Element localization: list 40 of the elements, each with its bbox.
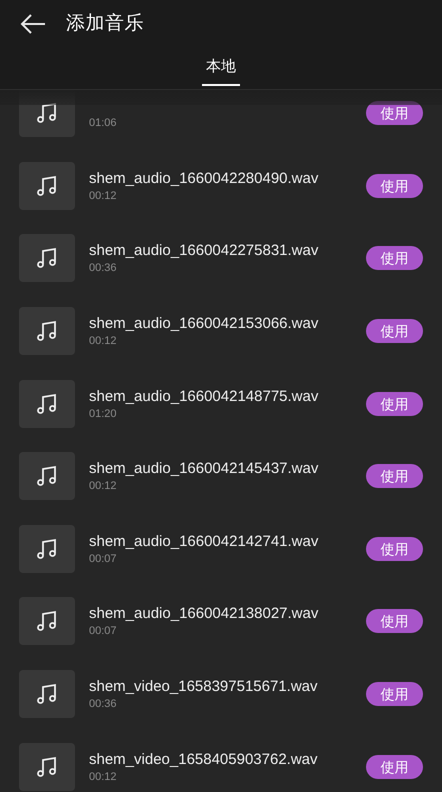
file-name: shem_audio_1660042275831.wav [89, 241, 320, 262]
duration: 01:06 [89, 116, 118, 130]
use-button[interactable]: 使用 [366, 392, 423, 416]
duration: 00:12 [89, 334, 118, 348]
file-name: shem_video_1658405903762.wav [89, 750, 319, 770]
file-name: shem_audio_1660042145437.wav [89, 459, 320, 480]
file-name: shem_audio_1660042138027.wav [89, 604, 320, 624]
file-name: shem_audio_1660042153066.wav [89, 314, 320, 334]
music-note-icon [19, 234, 75, 282]
use-button[interactable]: 使用 [366, 464, 423, 488]
music-note-icon [19, 307, 75, 356]
music-note-icon [19, 452, 75, 500]
tab[interactable]: 本地 [202, 48, 240, 86]
use-button[interactable]: 使用 [366, 174, 423, 198]
duration: 00:07 [89, 552, 118, 566]
file-name: shem_video_1658397515671.wav [89, 677, 319, 698]
music-note-icon [19, 597, 75, 646]
duration: 00:12 [89, 770, 118, 784]
duration: 00:12 [89, 188, 118, 203]
music-note-icon [19, 670, 75, 718]
file-name: shem_audio_1660042142741.wav [89, 532, 320, 552]
use-button[interactable]: 使用 [366, 754, 423, 779]
back-icon[interactable] [20, 14, 46, 34]
use-button[interactable]: 使用 [366, 536, 423, 561]
use-button[interactable]: 使用 [366, 609, 423, 634]
use-button[interactable]: 使用 [366, 319, 423, 344]
duration: 00:07 [89, 624, 118, 638]
music-note-icon [19, 524, 75, 573]
page-title: 添加音乐 [66, 12, 144, 36]
music-note-icon [19, 380, 75, 428]
file-name: shem_audio_1660042280490.wav [89, 168, 320, 189]
duration: 01:20 [89, 406, 118, 421]
duration: 00:12 [89, 479, 118, 494]
music-note-icon [19, 742, 75, 791]
music-note-icon [19, 162, 75, 210]
duration: 00:36 [89, 697, 118, 712]
use-button[interactable]: 使用 [366, 246, 423, 270]
duration: 00:36 [89, 261, 118, 276]
use-button[interactable]: 使用 [366, 682, 423, 706]
file-name: shem_audio_1660042148775.wav [89, 386, 320, 407]
